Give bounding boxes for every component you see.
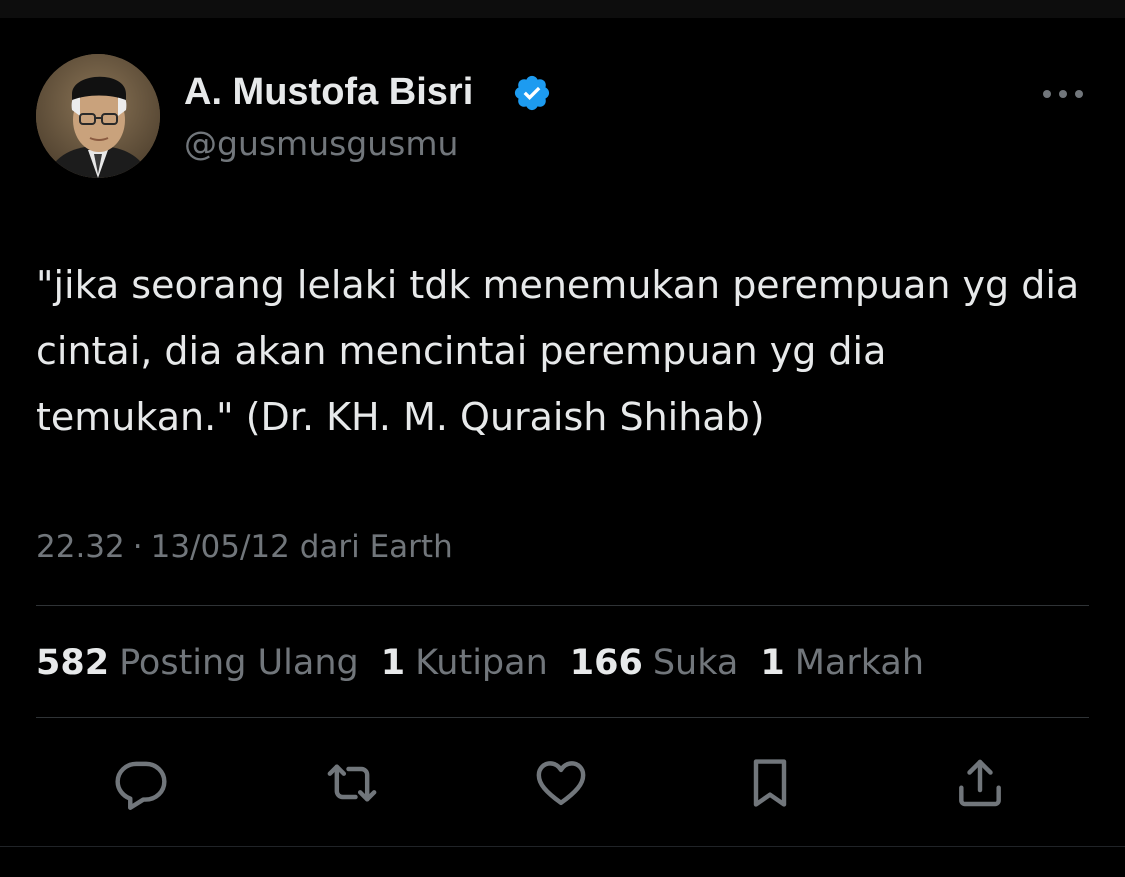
stat-likes[interactable]: 166 Suka <box>570 643 739 683</box>
tweet-text: "jika seorang lelaki tdk menemukan perem… <box>36 263 1092 439</box>
like-button[interactable] <box>529 752 593 814</box>
repost-icon <box>327 764 377 802</box>
action-bar <box>0 752 1125 814</box>
reply-button[interactable] <box>109 752 173 814</box>
divider <box>0 846 1125 847</box>
stat-count: 166 <box>569 643 643 683</box>
stat-reposts[interactable]: 582 Posting Ulang <box>36 643 359 683</box>
top-strip <box>0 0 1125 18</box>
tweet-time[interactable]: 22.32 <box>36 529 125 565</box>
author-display-name[interactable]: A. Mustofa Bisri <box>184 70 473 114</box>
bookmark-button[interactable] <box>738 752 802 814</box>
share-icon <box>959 759 1001 807</box>
like-icon <box>536 761 586 806</box>
stat-count: 1 <box>760 643 785 683</box>
more-dots-icon <box>1043 90 1083 98</box>
bookmark-icon <box>753 759 787 807</box>
verified-badge-icon <box>514 75 550 111</box>
avatar[interactable] <box>36 54 160 178</box>
tweet-meta: 22.32 · 13/05/12 dari Earth <box>36 526 453 568</box>
meta-separator: · <box>132 529 143 565</box>
divider <box>36 605 1089 606</box>
stat-label: Suka <box>652 643 739 683</box>
tweet-source: dari Earth <box>299 529 453 565</box>
stat-count: 1 <box>380 643 406 683</box>
tweet-date[interactable]: 13/05/12 <box>151 529 290 565</box>
stat-count: 582 <box>36 643 110 683</box>
stat-bookmarks[interactable]: 1 Markah <box>760 643 924 683</box>
reply-icon <box>115 761 167 810</box>
avatar-photo-icon <box>36 54 160 178</box>
stat-quotes[interactable]: 1 Kutipan <box>381 643 548 683</box>
author-handle[interactable]: @gusmusgusmu <box>184 124 458 164</box>
share-button[interactable] <box>948 752 1012 814</box>
divider <box>36 717 1089 718</box>
more-options-button[interactable] <box>1038 80 1088 108</box>
engagement-stats: 582 Posting Ulang 1 Kutipan 166 Suka 1 M… <box>36 640 924 686</box>
stat-label: Markah <box>794 643 925 683</box>
repost-button[interactable] <box>320 752 384 814</box>
stat-label: Posting Ulang <box>119 643 359 683</box>
stat-label: Kutipan <box>415 643 548 683</box>
